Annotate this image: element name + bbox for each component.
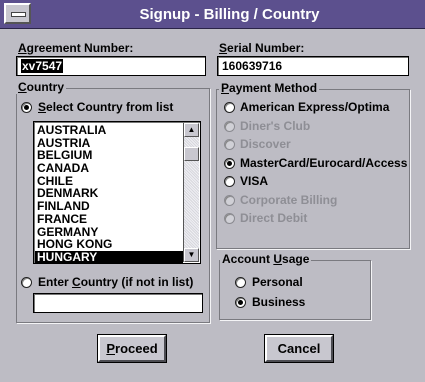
- country-list-items: AUSTRALIA AUSTRIA BELGIUM CANADA CHILE DENMAR…: [35, 124, 183, 263]
- payment-option-label[interactable]: American Express/Optima: [240, 100, 389, 114]
- payment-option-label[interactable]: MasterCard/Eurocard/Access: [240, 156, 407, 170]
- payment-option-label: Corporate Billing: [240, 192, 338, 207]
- agreement-number-field[interactable]: xv7547: [16, 56, 206, 76]
- scroll-down-button[interactable]: ▼: [184, 248, 199, 262]
- agreement-number-label-text: greement Number:: [26, 41, 134, 55]
- country-list-item[interactable]: HONG KONG: [35, 238, 183, 251]
- account-usage-mnemonic: U: [273, 252, 283, 266]
- select-country-radio[interactable]: [21, 102, 32, 113]
- serial-number-label: Serial Number:: [219, 41, 304, 55]
- scroll-up-icon: ▲: [187, 125, 196, 134]
- country-legend: Country: [16, 80, 67, 94]
- country-list-item[interactable]: AUSTRALIA: [35, 124, 183, 137]
- payment-radio: [224, 194, 235, 206]
- payment-method-mnemonic: P: [221, 81, 230, 95]
- serial-number-mnemonic: S: [219, 41, 228, 55]
- scroll-down-icon: ▼: [187, 250, 196, 259]
- enter-country-label-pre: Enter: [38, 275, 73, 289]
- account-usage-legend-pre: Account: [222, 252, 274, 266]
- agreement-number-value: xv7547: [21, 59, 64, 73]
- payment-method-legend: Payment Method: [219, 81, 320, 95]
- enter-country-mnemonic: C: [72, 275, 81, 289]
- agreement-number-label: Agreement Number:: [18, 41, 133, 55]
- payment-radio[interactable]: [224, 176, 235, 187]
- select-country-label[interactable]: Select Country from list: [38, 100, 173, 114]
- country-listbox[interactable]: AUSTRALIA AUSTRIA BELGIUM CANADA CHILE DENMAR…: [33, 121, 201, 264]
- account-usage-group: [219, 260, 371, 320]
- scroll-thumb[interactable]: [184, 147, 199, 161]
- system-menu-icon: [11, 12, 26, 17]
- enter-country-radio[interactable]: [21, 277, 32, 288]
- account-usage-legend-post: sage: [282, 252, 310, 266]
- country-list-scrollbar[interactable]: ▲ ▼: [183, 123, 199, 262]
- select-country-mnemonic: S: [38, 100, 47, 114]
- usage-radio[interactable]: [235, 297, 246, 308]
- proceed-button[interactable]: Proceed: [97, 334, 167, 363]
- payment-radio[interactable]: [224, 157, 235, 169]
- country-list-item[interactable]: FRANCE: [35, 213, 183, 226]
- country-legend-text: ountry: [26, 80, 65, 94]
- agreement-number-mnemonic: A: [18, 41, 27, 55]
- account-usage-legend: Account Usage: [220, 252, 312, 266]
- proceed-label: roceed: [115, 341, 158, 356]
- title-bar[interactable]: Signup - Billing / Country: [0, 0, 425, 29]
- country-list-item[interactable]: HUNGARY: [35, 251, 183, 263]
- serial-number-value: 160639716: [222, 59, 283, 73]
- enter-country-label-post: ountry (if not in list): [80, 275, 194, 289]
- window-title: Signup - Billing / Country: [139, 6, 320, 23]
- usage-option-label[interactable]: Personal: [252, 275, 303, 289]
- system-menu-button[interactable]: [4, 3, 31, 24]
- country-mnemonic: C: [18, 80, 27, 94]
- payment-radio: [224, 213, 235, 224]
- payment-option-label: Discover: [240, 137, 291, 151]
- payment-option-label: Direct Debit: [240, 211, 308, 225]
- serial-number-field[interactable]: 160639716: [217, 56, 409, 76]
- payment-option-label[interactable]: VISA: [240, 174, 268, 188]
- payment-radio: [224, 139, 235, 150]
- payment-method-legend-text: ayment Method: [229, 81, 318, 95]
- payment-option-label: Diner's Club: [240, 118, 311, 133]
- enter-country-input[interactable]: [33, 293, 203, 313]
- select-country-label-post: elect Country from list: [46, 100, 174, 114]
- scroll-up-button[interactable]: ▲: [184, 123, 199, 137]
- country-list-item[interactable]: CANADA: [35, 162, 183, 175]
- usage-radio[interactable]: [235, 277, 246, 288]
- payment-radio[interactable]: [224, 102, 235, 113]
- country-list-item[interactable]: FINLAND: [35, 200, 183, 213]
- payment-radio: [224, 120, 235, 132]
- enter-country-label[interactable]: Enter Country (if not in list): [38, 275, 193, 289]
- serial-number-label-text: erial Number:: [227, 41, 305, 55]
- cancel-button[interactable]: Cancel: [264, 334, 334, 363]
- proceed-mnemonic: P: [106, 341, 116, 356]
- usage-option-label[interactable]: Business: [252, 295, 305, 309]
